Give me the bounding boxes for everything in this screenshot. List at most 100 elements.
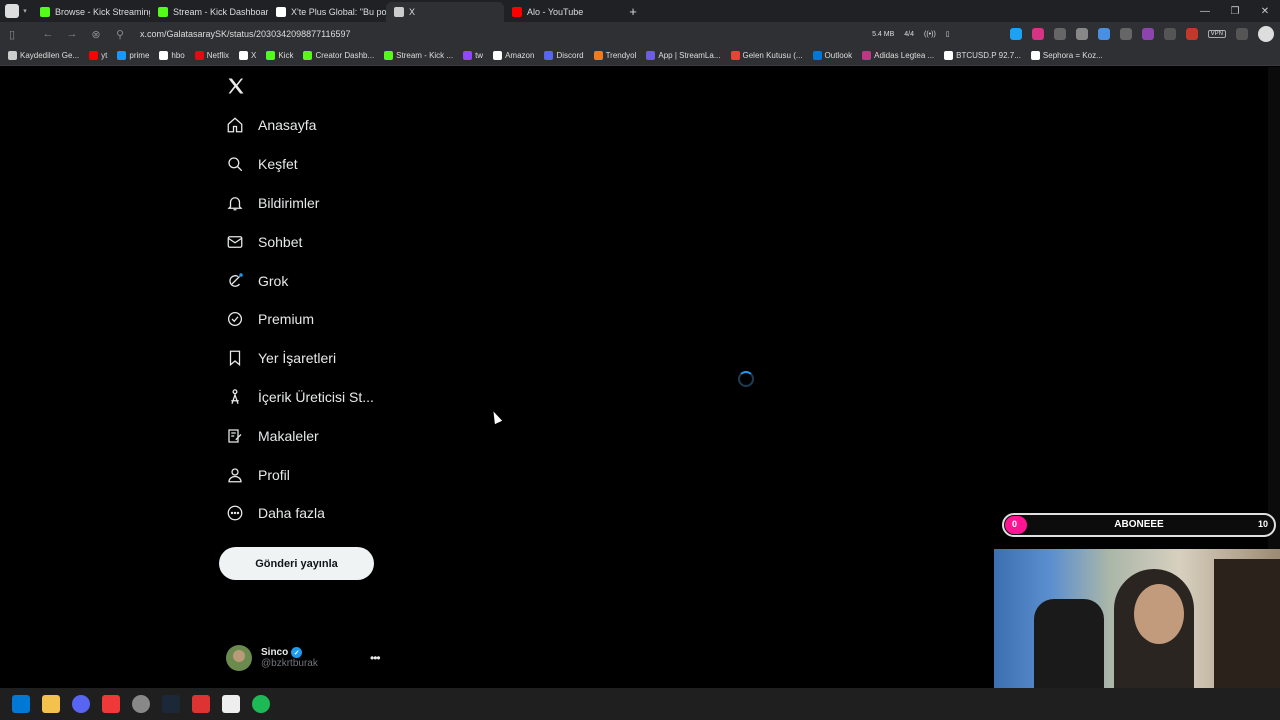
- extension-icon[interactable]: [1075, 28, 1088, 40]
- extension-icon[interactable]: [1053, 28, 1066, 40]
- tab-x-active[interactable]: X: [386, 2, 504, 22]
- nav-item-messages[interactable]: Sohbet: [220, 222, 420, 261]
- url-field[interactable]: x.com/GalatasaraySK/status/2030342098877…: [140, 29, 350, 39]
- extension-icon[interactable]: [1163, 28, 1176, 40]
- bookmark-item[interactable]: Trendyol: [593, 51, 636, 60]
- app-icon[interactable]: [222, 695, 240, 713]
- bookmark-item[interactable]: Sephora = Koz...: [1030, 51, 1103, 60]
- nav-item-explore[interactable]: Keşfet: [220, 145, 420, 184]
- search-icon: [228, 157, 243, 172]
- tab-x-post[interactable]: X'te Plus Global: "Bu pozisy: [268, 2, 386, 22]
- spotify-icon[interactable]: [252, 695, 270, 713]
- vivaldi-icon: [5, 4, 20, 18]
- bookmark-item[interactable]: Kick: [266, 51, 293, 60]
- bell-icon: [227, 197, 243, 211]
- x-icon: [239, 51, 248, 60]
- kick-icon: [40, 7, 50, 17]
- extension-icon[interactable]: [1185, 28, 1198, 40]
- more-circle-icon: [227, 505, 243, 521]
- nav-item-premium[interactable]: Premium: [220, 300, 420, 339]
- gmail-icon: [730, 51, 740, 60]
- loading-spinner-icon: [738, 371, 754, 387]
- bookmark-page-icon[interactable]: ▯: [946, 30, 950, 38]
- prime-icon: [117, 51, 127, 60]
- memory-readout: 5.4 MB: [872, 30, 895, 38]
- x-logo-icon[interactable]: [226, 76, 246, 96]
- broadcast-icon[interactable]: ((•)): [924, 31, 936, 38]
- nav-item-notifications[interactable]: Bildirimler: [220, 184, 420, 223]
- extensions-icon[interactable]: [1236, 28, 1248, 40]
- bookmark-item[interactable]: tw: [463, 51, 483, 60]
- bookmark-item[interactable]: Outlook: [812, 51, 852, 60]
- vpn-button[interactable]: VPN: [1207, 30, 1226, 38]
- vivaldi-menu-button[interactable]: ▾: [0, 0, 32, 22]
- window-controls: — ❐ ✕: [1190, 0, 1280, 22]
- back-icon[interactable]: ←: [36, 28, 60, 40]
- bookmarks-bar: Kaydedilen Ge... yt prime hbo Netflix X …: [0, 46, 1280, 66]
- goal-label: ABONEEE: [1114, 519, 1164, 530]
- nav-item-more[interactable]: Daha fazla: [220, 494, 420, 533]
- nav-item-bookmarks[interactable]: Yer İşaretleri: [220, 339, 420, 378]
- vivaldi-icon[interactable]: [102, 695, 120, 713]
- forward-icon[interactable]: →: [60, 28, 84, 40]
- minimize-icon[interactable]: —: [1190, 0, 1220, 22]
- windows-start-icon[interactable]: [12, 695, 30, 713]
- tab-kick-dashboard[interactable]: Stream - Kick Dashboard: [150, 2, 268, 22]
- account-more-icon[interactable]: •••: [370, 651, 381, 665]
- bookmark-item[interactable]: Stream - Kick ...: [384, 51, 453, 60]
- hbo-icon: [159, 51, 169, 60]
- obs-icon[interactable]: [132, 695, 150, 713]
- bookmark-item[interactable]: Gelen Kutusu (...: [730, 51, 803, 60]
- nav-item-home[interactable]: Anasayfa: [220, 106, 420, 145]
- tradingview-icon: [944, 51, 954, 60]
- folder-icon: [8, 51, 17, 60]
- stop-icon[interactable]: ⊗: [84, 28, 108, 41]
- youtube-icon: [89, 51, 99, 60]
- bookmark-item[interactable]: X: [239, 51, 256, 60]
- panel-toggle-icon[interactable]: ▯: [0, 28, 24, 41]
- post-button[interactable]: Gönderi yayınla: [219, 547, 374, 580]
- bookmark-icon: [229, 350, 241, 367]
- verified-badge-icon: ✓: [291, 647, 303, 658]
- extension-icon[interactable]: [1141, 28, 1154, 40]
- account-switcher[interactable]: Sinco ✓ @bzkrtburak: [226, 643, 386, 673]
- extension-icon[interactable]: [1009, 28, 1022, 40]
- app-icon[interactable]: [192, 695, 210, 713]
- chevron-down-icon: ▾: [23, 8, 27, 15]
- bookmark-item[interactable]: Adidas Legtea ...: [862, 51, 934, 60]
- bookmark-item[interactable]: Creator Dashb...: [303, 51, 374, 60]
- nav-item-articles[interactable]: Makaleler: [220, 416, 420, 455]
- bookmark-item[interactable]: prime: [117, 51, 149, 60]
- extension-icon[interactable]: [1031, 28, 1044, 40]
- nav-item-creator-studio[interactable]: İçerik Üreticisi St...: [220, 378, 420, 417]
- bookmark-item[interactable]: App | StreamLa...: [646, 51, 721, 60]
- steam-icon[interactable]: [162, 695, 180, 713]
- browser-tab-bar: ▾ Browse - Kick Streaming Stream - Kick …: [0, 0, 1280, 22]
- bookmark-item[interactable]: hbo: [159, 51, 185, 60]
- restore-icon[interactable]: ❐: [1220, 0, 1250, 22]
- new-tab-button[interactable]: +: [622, 4, 644, 19]
- nav-item-grok[interactable]: Grok: [220, 261, 420, 300]
- grok-icon: [229, 272, 243, 287]
- extension-icon[interactable]: [1119, 28, 1132, 40]
- bookmark-item[interactable]: BTCUSD.P 92.7...: [944, 51, 1021, 60]
- tab-kick-browse[interactable]: Browse - Kick Streaming: [32, 2, 150, 22]
- bookmark-item[interactable]: Netflix: [194, 51, 229, 60]
- close-icon[interactable]: ✕: [1250, 0, 1280, 22]
- bookmark-item[interactable]: Amazon: [493, 51, 534, 60]
- netflix-icon: [194, 51, 204, 60]
- extension-icon[interactable]: [1097, 28, 1110, 40]
- bookmark-item[interactable]: Kaydedilen Ge...: [8, 51, 79, 60]
- tab-youtube[interactable]: Alo - YouTube: [504, 2, 622, 22]
- tab-count: 4/4: [904, 30, 915, 38]
- discord-icon: [544, 51, 554, 60]
- bookmark-item[interactable]: yt: [89, 51, 107, 60]
- page-icon: [394, 7, 404, 17]
- file-explorer-icon[interactable]: [42, 695, 60, 713]
- profile-avatar-icon[interactable]: [1258, 26, 1274, 42]
- site-info-icon[interactable]: ⚲: [108, 28, 132, 41]
- bookmark-item[interactable]: Discord: [544, 51, 584, 60]
- nav-item-profile[interactable]: Profil: [220, 455, 420, 494]
- articles-icon: [228, 429, 242, 443]
- discord-icon[interactable]: [72, 695, 90, 713]
